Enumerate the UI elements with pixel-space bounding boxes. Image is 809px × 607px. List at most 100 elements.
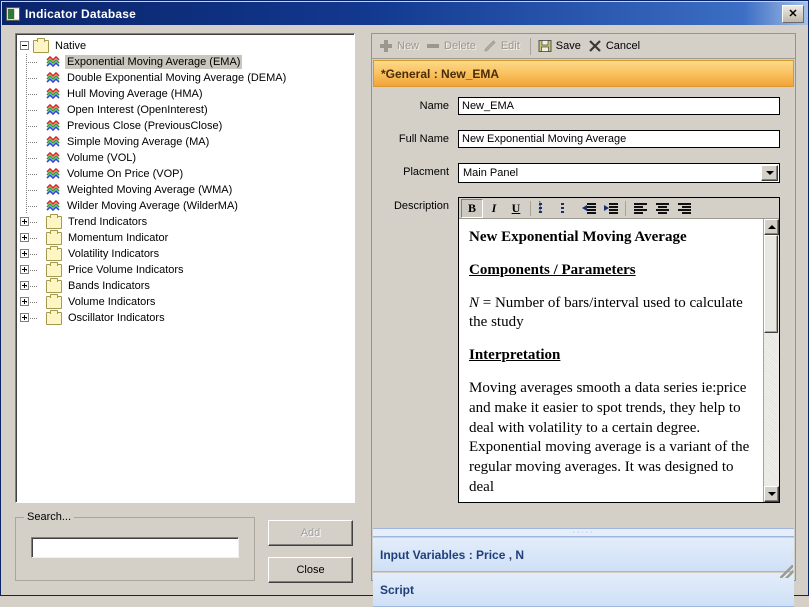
indicator-wave-icon xyxy=(46,55,61,68)
save-button-label: Save xyxy=(555,40,581,52)
title-bar: Indicator Database ✕ xyxy=(2,2,808,25)
tree-connector xyxy=(26,310,46,326)
tree-item-indicator[interactable]: Volume (VOL) xyxy=(20,150,352,166)
general-section-header[interactable]: *General : New_EMA xyxy=(373,60,794,87)
pencil-icon xyxy=(483,39,497,53)
tree-item-label: Double Exponential Moving Average (DEMA) xyxy=(67,72,287,84)
window-title: Indicator Database xyxy=(25,6,136,21)
resize-grip-icon[interactable] xyxy=(780,565,793,578)
tree-leaf-container: Exponential Moving Average (EMA) Double E… xyxy=(20,54,352,214)
description-heading: New Exponential Moving Average xyxy=(469,229,687,245)
placement-select[interactable]: Main Panel xyxy=(458,163,780,183)
tree-item-indicator[interactable]: Open Interest (OpenInterest) xyxy=(20,102,352,118)
tree-connector xyxy=(26,102,46,118)
tree-item-folder[interactable]: Volume Indicators xyxy=(20,293,352,310)
indicator-tree: Native Exponential Moving Average (EMA) D… xyxy=(16,34,354,328)
add-button[interactable]: Add xyxy=(268,520,353,546)
name-input[interactable] xyxy=(458,97,780,115)
edit-button[interactable]: Edit xyxy=(481,37,525,56)
tree-item-folder[interactable]: Momentum Indicator xyxy=(20,229,352,246)
tree-item-label: Volume Indicators xyxy=(68,296,156,308)
tree-item-folder[interactable]: Bands Indicators xyxy=(20,277,352,294)
increase-indent-icon[interactable] xyxy=(600,199,622,218)
description-editor[interactable]: B I U 123 New Exponential Moving Average… xyxy=(458,197,780,503)
tree-item-indicator[interactable]: Simple Moving Average (MA) xyxy=(20,134,352,150)
close-button[interactable]: Close xyxy=(268,557,353,583)
script-label: Script xyxy=(380,582,415,597)
scroll-down-icon[interactable] xyxy=(764,486,779,502)
script-section[interactable]: Script xyxy=(373,573,794,607)
parameter-variable: N xyxy=(469,294,480,311)
folder-icon xyxy=(46,277,62,293)
indicator-wave-icon xyxy=(46,119,61,132)
tree-connector xyxy=(26,278,46,294)
rte-separator xyxy=(530,200,531,216)
tree-item-label: Weighted Moving Average (WMA) xyxy=(67,184,233,196)
save-button[interactable]: Save xyxy=(536,37,586,56)
tree-item-folder[interactable]: Price Volume Indicators xyxy=(20,261,352,278)
align-left-icon[interactable] xyxy=(629,199,651,218)
indicator-wave-icon xyxy=(46,199,61,212)
description-paragraph: Moving averages smooth a data series ie:… xyxy=(469,379,750,495)
folder-icon xyxy=(46,229,62,245)
input-variables-label: Input Variables : Price , N xyxy=(380,547,525,562)
tree-item-indicator[interactable]: Wilder Moving Average (WilderMA) xyxy=(20,198,352,214)
new-button[interactable]: New xyxy=(377,37,424,56)
tree-connector xyxy=(26,294,46,310)
tree-item-folder[interactable]: Oscillator Indicators xyxy=(20,309,352,326)
tree-connector xyxy=(26,230,46,246)
x-mark-icon xyxy=(588,39,602,53)
tree-item-indicator[interactable]: Double Exponential Moving Average (DEMA) xyxy=(20,70,352,86)
search-group: Search... xyxy=(15,511,255,581)
rich-text-toolbar: B I U 123 xyxy=(459,198,779,219)
description-row: Description B I U 123 New Exponential Mo… xyxy=(373,197,794,503)
description-scrollbar[interactable] xyxy=(763,219,779,502)
input-variables-section[interactable]: Input Variables : Price , N xyxy=(373,538,794,572)
name-label: Name xyxy=(419,100,449,112)
scrollbar-track[interactable] xyxy=(764,235,779,486)
fullname-input[interactable] xyxy=(458,130,780,148)
search-input[interactable] xyxy=(31,537,239,558)
toolbar-separator xyxy=(529,37,531,55)
tree-item-folder[interactable]: Trend Indicators xyxy=(20,213,352,230)
tree-item-indicator[interactable]: Hull Moving Average (HMA) xyxy=(20,86,352,102)
underline-icon[interactable]: U xyxy=(505,199,527,218)
folder-icon xyxy=(46,261,62,277)
folder-icon xyxy=(46,293,62,309)
italic-icon[interactable]: I xyxy=(483,199,505,218)
search-group-title: Search... xyxy=(24,511,75,523)
tree-item-label: Volume (VOL) xyxy=(67,152,137,164)
scrollbar-thumb[interactable] xyxy=(764,235,778,333)
numbered-list-icon[interactable]: 123 xyxy=(534,199,556,218)
tree-item-folder[interactable]: Volatility Indicators xyxy=(20,245,352,262)
description-body[interactable]: New Exponential Moving Average Component… xyxy=(459,219,779,502)
tree-item-indicator[interactable]: Exponential Moving Average (EMA) xyxy=(20,54,352,70)
cancel-button[interactable]: Cancel xyxy=(586,37,645,56)
indicator-database-window: Indicator Database ✕ Native Exponential … xyxy=(0,0,809,607)
general-section-title: *General : New_EMA xyxy=(381,66,500,81)
close-window-icon[interactable]: ✕ xyxy=(782,4,804,23)
decrease-indent-icon[interactable] xyxy=(578,199,600,218)
placement-label: Placment xyxy=(403,166,449,178)
tree-item-indicator[interactable]: Volume On Price (VOP) xyxy=(20,166,352,182)
expander-native[interactable] xyxy=(20,38,33,54)
tree-node-native[interactable]: Native xyxy=(20,37,352,54)
align-center-icon[interactable] xyxy=(651,199,673,218)
tree-item-label: Momentum Indicator xyxy=(68,232,169,244)
new-button-label: New xyxy=(397,40,420,52)
tree-item-indicator[interactable]: Weighted Moving Average (WMA) xyxy=(20,182,352,198)
align-right-icon[interactable] xyxy=(673,199,695,218)
bullet-list-icon[interactable] xyxy=(556,199,578,218)
indicator-wave-icon xyxy=(46,183,61,196)
tree-item-label: Bands Indicators xyxy=(68,280,150,292)
scroll-up-icon[interactable] xyxy=(764,219,779,235)
description-section-interpretation: Interpretation xyxy=(469,347,561,364)
delete-button-label: Delete xyxy=(444,40,476,52)
chevron-down-icon[interactable] xyxy=(761,165,778,181)
placement-row: Placment Main Panel xyxy=(373,163,794,183)
pane-splitter[interactable]: ····· xyxy=(373,528,794,537)
indicator-tree-panel[interactable]: Native Exponential Moving Average (EMA) D… xyxy=(15,33,355,503)
tree-item-indicator[interactable]: Previous Close (PreviousClose) xyxy=(20,118,352,134)
delete-button[interactable]: Delete xyxy=(424,37,481,56)
bold-icon[interactable]: B xyxy=(461,198,483,218)
